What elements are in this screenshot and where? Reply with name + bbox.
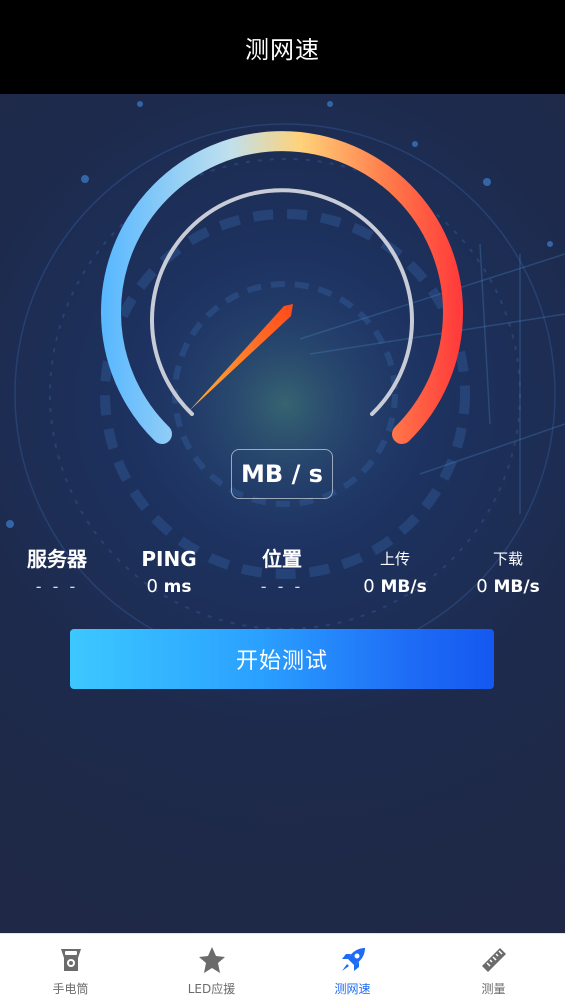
stat-ping-unit: ms — [163, 577, 192, 597]
stat-ping-label: PING — [141, 547, 197, 571]
star-icon — [196, 944, 228, 976]
stat-download: 下载 0 MB/s — [453, 544, 563, 600]
gauge-inner-ring — [150, 188, 414, 416]
tab-measure-label: 测量 — [481, 982, 506, 996]
stat-ping-value: 0 ms — [114, 574, 224, 600]
stat-location-value: - - - — [260, 577, 304, 596]
tab-flashlight[interactable]: 手电筒 — [0, 934, 141, 1004]
stat-upload-value: 0 MB/s — [340, 574, 450, 600]
stat-server-value: - - - — [35, 577, 79, 596]
tab-speed-test[interactable]: 测网速 — [282, 934, 423, 1004]
page-title: 测网速 — [245, 35, 320, 64]
ruler-icon — [478, 944, 510, 976]
speed-test-panel: MB / s 服务器 - - - PING 0 ms 位置 - - - 上传 0… — [0, 94, 565, 933]
tab-flashlight-label: 手电筒 — [52, 982, 89, 996]
stat-download-number: 0 — [476, 576, 488, 597]
stat-upload-label: 上传 — [379, 550, 410, 568]
stat-location-label: 位置 — [262, 547, 302, 571]
stat-ping-number: 0 — [146, 576, 158, 597]
stat-upload-number: 0 — [363, 576, 375, 597]
tab-led-cheer[interactable]: LED应援 — [141, 934, 282, 1004]
gauge-color-arc — [101, 131, 463, 444]
stat-server: 服务器 - - - — [2, 544, 112, 600]
stat-download-unit: MB/s — [493, 577, 540, 597]
stats-row: 服务器 - - - PING 0 ms 位置 - - - 上传 0 MB/s 下… — [0, 544, 565, 604]
speed-unit-label: MB / s — [231, 449, 333, 499]
tab-measure[interactable]: 测量 — [423, 934, 564, 1004]
stat-download-value: 0 MB/s — [453, 574, 563, 600]
gauge-needle — [189, 304, 293, 411]
stat-server-label: 服务器 — [27, 547, 87, 571]
tab-led-cheer-label: LED应援 — [187, 982, 236, 996]
bottom-tab-bar: 手电筒 LED应援 测网速 测量 — [0, 933, 565, 1004]
tab-speed-test-label: 测网速 — [334, 982, 371, 996]
start-test-button[interactable]: 开始测试 — [70, 629, 494, 689]
title-bar: 测网速 — [0, 0, 565, 94]
stat-upload-unit: MB/s — [380, 577, 427, 597]
stat-upload: 上传 0 MB/s — [340, 544, 450, 600]
stat-download-label: 下载 — [492, 550, 523, 568]
rocket-icon — [337, 944, 369, 976]
speed-test-screen: 测网速 MB / s 服务器 - - - PING 0 ms 位置 - - - … — [0, 0, 565, 1004]
stat-location: 位置 - - - — [227, 544, 337, 600]
stat-ping: PING 0 ms — [114, 544, 224, 600]
flashlight-icon — [55, 944, 87, 976]
